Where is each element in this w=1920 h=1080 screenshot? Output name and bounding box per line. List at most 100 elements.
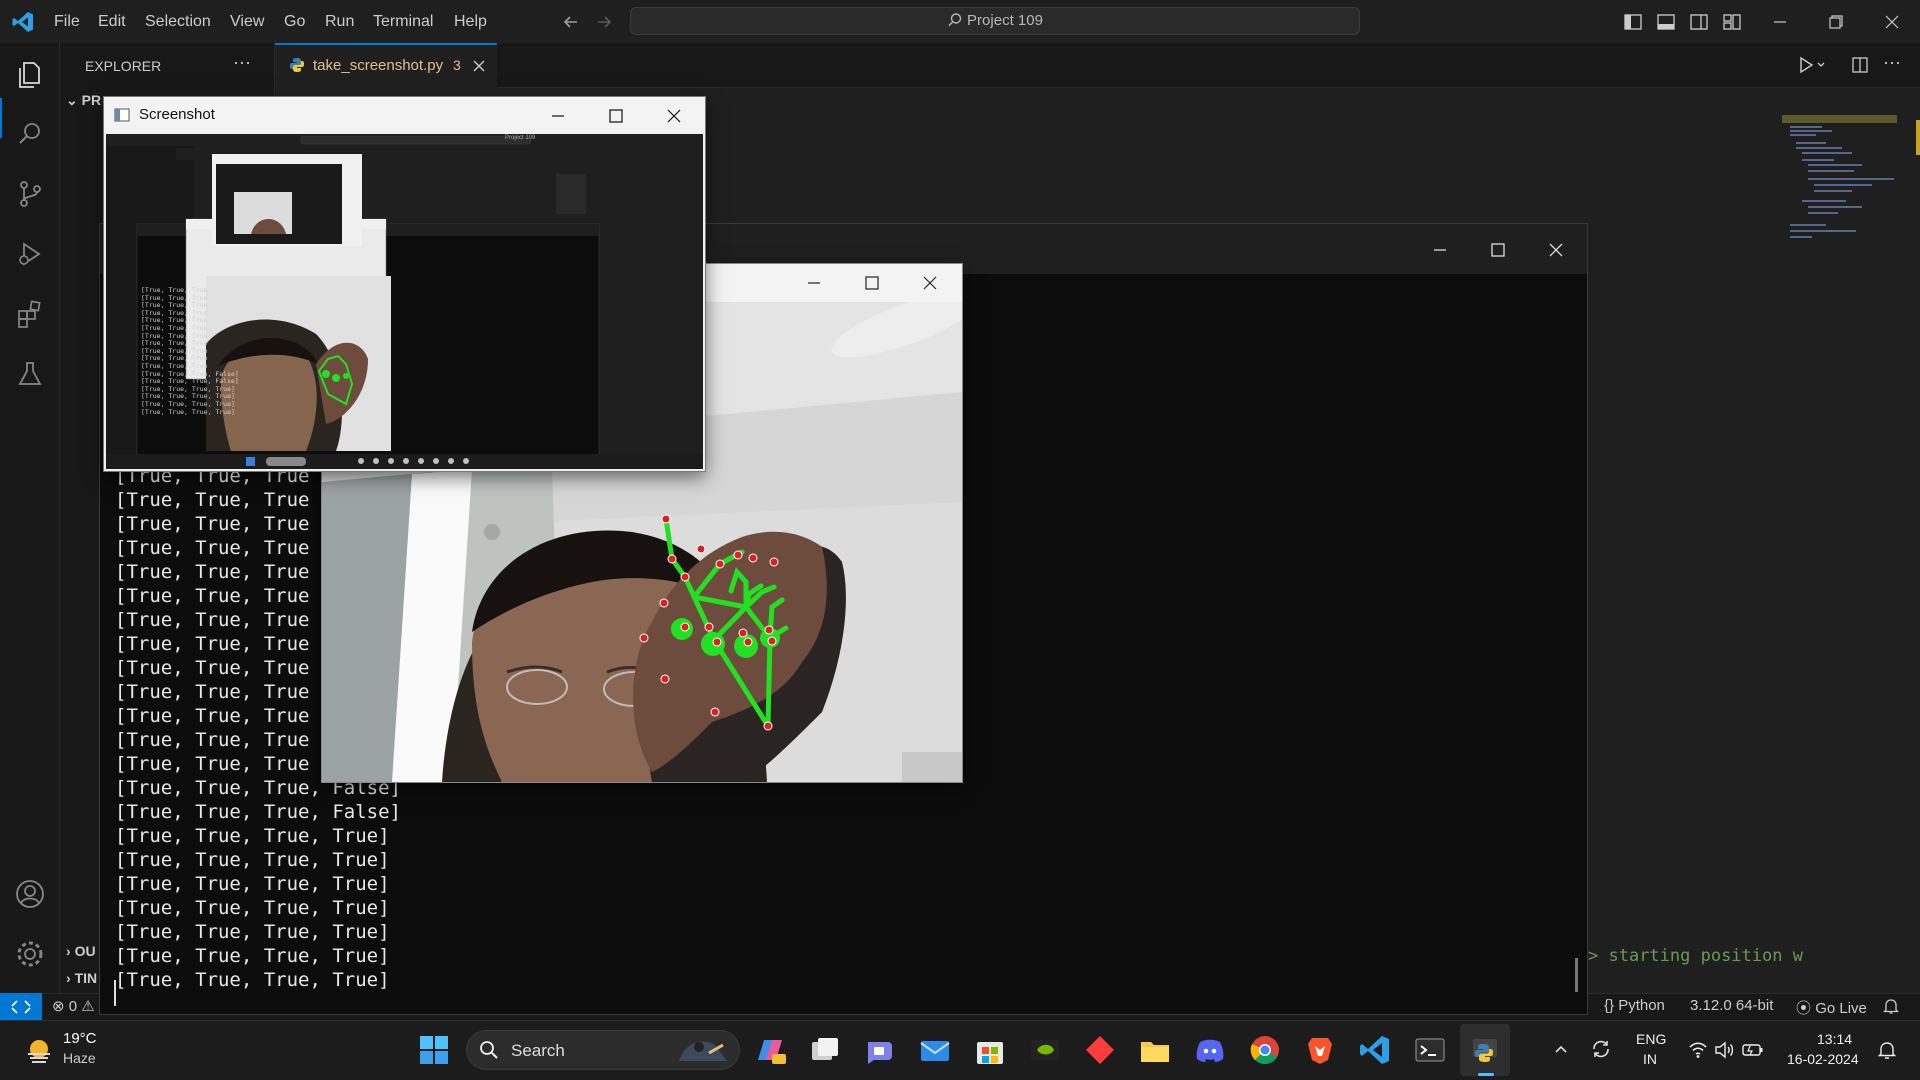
screenshot-titlebar: Screenshot (104, 97, 705, 133)
chrome-icon[interactable] (1247, 1032, 1283, 1068)
go-live-label: Go Live (1815, 1000, 1867, 1017)
preview-console-output: [True, True, True [True, True, True [True,… (141, 286, 239, 416)
nvidia-icon[interactable] (1027, 1032, 1063, 1068)
wifi-icon[interactable] (1688, 1041, 1708, 1059)
screenshot-maximize-icon[interactable] (588, 94, 644, 137)
screenshot-minimize-icon[interactable] (530, 94, 586, 137)
restore-icon[interactable] (1808, 0, 1864, 43)
close-icon[interactable] (1864, 0, 1920, 43)
language-mode[interactable]: {} Python (1604, 997, 1665, 1014)
volume-icon[interactable] (1714, 1041, 1734, 1059)
console-close-icon[interactable] (1528, 228, 1584, 271)
preview-console-line: [True, True, True, True] (141, 407, 235, 416)
menu-terminal[interactable]: Terminal (373, 0, 433, 43)
search-icon (947, 12, 963, 28)
menu-file[interactable]: File (54, 0, 80, 43)
screenshot-window-title: Screenshot (139, 106, 215, 123)
battery-icon[interactable] (1742, 1041, 1764, 1059)
menu-view[interactable]: View (230, 0, 264, 43)
task-view-icon[interactable] (807, 1032, 843, 1068)
warning-icon: ⚠ (81, 998, 95, 1015)
go-live-button[interactable]: ⦿ Go Live (1796, 997, 1867, 1018)
account-icon[interactable] (14, 878, 46, 910)
settings-gear-icon[interactable] (14, 938, 46, 970)
menu-help[interactable]: Help (454, 0, 487, 43)
console-minimize-icon[interactable] (1412, 228, 1468, 271)
file-explorer-icon[interactable] (1137, 1032, 1173, 1068)
run-debug-icon[interactable] (14, 238, 46, 270)
customize-layout-icon[interactable] (1722, 12, 1742, 32)
weather-icon[interactable] (22, 1032, 56, 1066)
notification-bell-icon[interactable] (1878, 1040, 1896, 1060)
screenshot-close-icon[interactable] (646, 94, 702, 137)
brave-icon[interactable] (1302, 1032, 1338, 1068)
app-diamond-icon[interactable] (1082, 1032, 1118, 1068)
testing-icon[interactable] (14, 358, 46, 390)
taskbar-search-box[interactable]: Search (466, 1030, 740, 1070)
braces-icon: {} (1604, 997, 1615, 1014)
chevron-right-icon: › (66, 970, 71, 986)
search-icon (479, 1040, 499, 1060)
error-count: 0 (68, 998, 78, 1015)
code-comment-fragment: > starting position w (1588, 946, 1803, 966)
section-timeline[interactable]: › TIN (66, 970, 97, 986)
forward-arrow-icon[interactable] (594, 12, 614, 32)
console-maximize-icon[interactable] (1470, 228, 1526, 271)
interpreter-version[interactable]: 3.12.0 64-bit (1690, 997, 1773, 1014)
split-editor-icon[interactable] (1851, 56, 1869, 74)
menu-selection[interactable]: Selection (145, 0, 211, 43)
menu-go[interactable]: Go (284, 0, 305, 43)
notifications-bell-icon[interactable] (1883, 997, 1899, 1015)
discord-icon[interactable] (1192, 1032, 1228, 1068)
vscode-titlebar: File Edit Selection View Go Run Terminal… (0, 0, 1920, 43)
toggle-panel-icon[interactable] (1656, 12, 1676, 32)
webcam-close-icon[interactable] (902, 261, 958, 304)
editor-more-actions-icon[interactable]: ··· (1883, 52, 1901, 73)
remote-indicator-button[interactable] (0, 993, 42, 1020)
console-scrollbar[interactable] (1575, 958, 1578, 992)
back-arrow-icon[interactable] (561, 12, 581, 32)
copilot-icon[interactable] (752, 1032, 788, 1068)
toggle-secondary-sidebar-icon[interactable] (1689, 12, 1709, 32)
search-icon[interactable] (14, 118, 46, 150)
explorer-icon[interactable] (14, 58, 46, 90)
tab-close-icon[interactable] (472, 59, 486, 73)
section-project[interactable]: ⌄ PR (66, 92, 101, 109)
weather-temp: 19°C (63, 1030, 97, 1047)
language-indicator-top[interactable]: ENG (1636, 1031, 1666, 1047)
webcam-minimize-icon[interactable] (786, 261, 842, 304)
problems-indicator[interactable]: ⊗ 0 ⚠ (52, 997, 95, 1015)
error-icon: ⊗ (52, 998, 65, 1015)
minimize-icon[interactable] (1752, 0, 1808, 43)
preview-command-center: Project 109 (505, 135, 536, 141)
console-line: [True, True, True, True] (115, 897, 390, 919)
clock-time[interactable]: 13:14 (1817, 1031, 1852, 1047)
teams-chat-icon[interactable] (862, 1032, 898, 1068)
terminal-icon[interactable] (1412, 1032, 1448, 1068)
clock-date[interactable]: 16-02-2024 (1787, 1051, 1859, 1067)
chevron-down-icon: ⌄ (66, 92, 78, 108)
tab-take-screenshot[interactable]: take_screenshot.py 3 (275, 43, 497, 88)
weather-desc: Haze (63, 1050, 96, 1066)
toggle-primary-sidebar-icon[interactable] (1623, 12, 1643, 32)
menu-edit[interactable]: Edit (98, 0, 126, 43)
mail-icon[interactable] (917, 1032, 953, 1068)
show-hidden-icons-chevron[interactable] (1553, 1041, 1569, 1057)
vscode-taskbar-icon[interactable] (1357, 1032, 1393, 1068)
language-indicator-bottom[interactable]: IN (1643, 1051, 1657, 1067)
editor-tabs-bar (275, 43, 1920, 88)
windows-start-icon[interactable] (416, 1032, 452, 1068)
webcam-maximize-icon[interactable] (844, 261, 900, 304)
minimap[interactable] (1782, 115, 1902, 255)
menu-run[interactable]: Run (325, 0, 354, 43)
section-outline[interactable]: › OU (66, 943, 96, 959)
python-taskbar-icon[interactable] (1467, 1032, 1503, 1068)
sync-icon[interactable] (1590, 1038, 1612, 1060)
vscode-logo-icon (11, 10, 35, 34)
microsoft-store-icon[interactable] (972, 1032, 1008, 1068)
sidebar-more-button[interactable]: ··· (233, 52, 251, 73)
extensions-icon[interactable] (14, 298, 46, 330)
run-python-file-icon[interactable] (1797, 56, 1827, 74)
source-control-icon[interactable] (14, 178, 46, 210)
command-center[interactable]: Project 109 (630, 7, 1360, 35)
